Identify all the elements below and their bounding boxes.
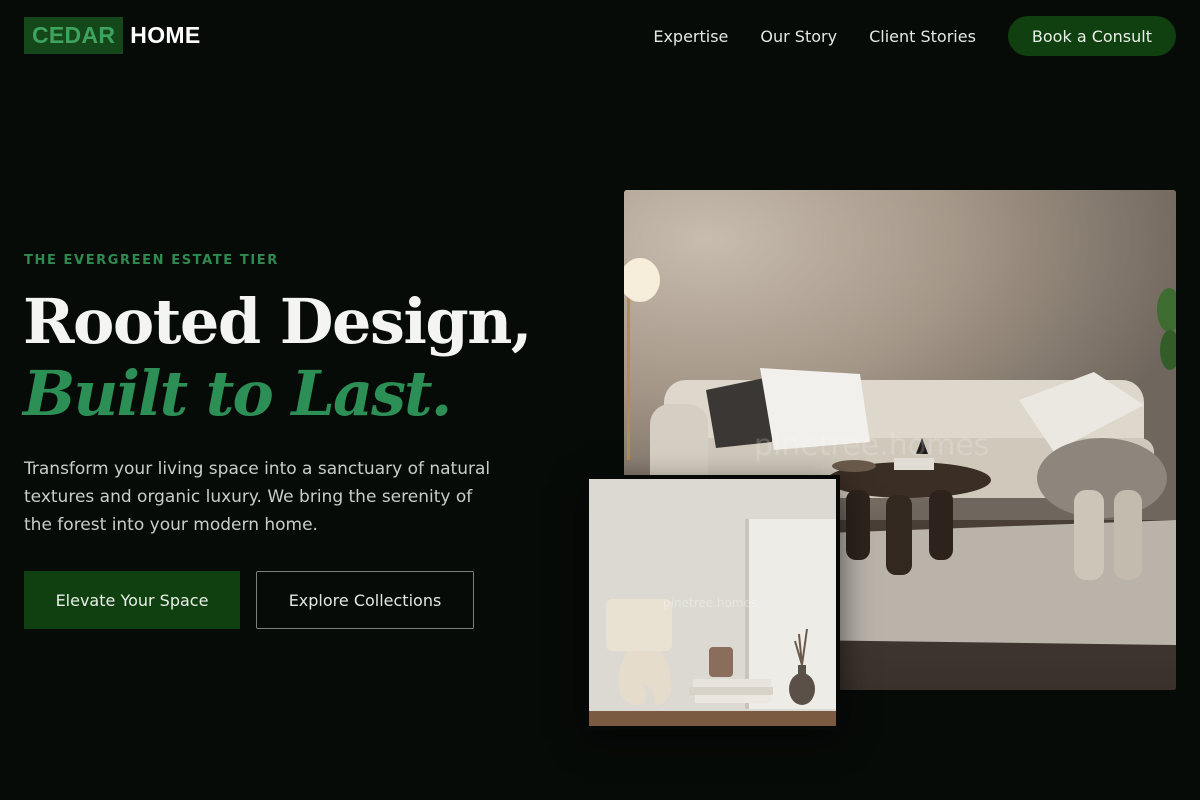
brand-logo[interactable]: CEDAR HOME bbox=[24, 17, 200, 54]
hero-headline-line1: Rooted Design, bbox=[23, 285, 532, 358]
hero-headline-line2: Built to Last. bbox=[23, 357, 452, 430]
explore-collections-button[interactable]: Explore Collections bbox=[256, 571, 474, 629]
inset-photo-watermark: pinetree.homes bbox=[663, 596, 757, 610]
brand-logo-text: HOME bbox=[130, 22, 201, 48]
nav-link-our-story[interactable]: Our Story bbox=[760, 27, 837, 46]
hero-headline: Rooted Design, Built to Last. bbox=[23, 286, 583, 430]
hero-eyebrow: THE EVERGREEN ESTATE TIER bbox=[24, 253, 279, 268]
nav-link-expertise[interactable]: Expertise bbox=[653, 27, 728, 46]
nav-link-client-stories[interactable]: Client Stories bbox=[869, 27, 976, 46]
lamp-vignette-photo: pinetree.homes bbox=[585, 475, 840, 730]
elevate-space-button[interactable]: Elevate Your Space bbox=[24, 571, 240, 629]
hero-description: Transform your living space into a sanct… bbox=[24, 459, 491, 535]
brand-logo-mark: CEDAR bbox=[24, 17, 124, 54]
main-nav: Expertise Our Story Client Stories Book … bbox=[653, 16, 1176, 56]
main-photo-watermark: pinetree.homes bbox=[754, 428, 989, 463]
book-consult-button[interactable]: Book a Consult bbox=[1007, 16, 1176, 56]
